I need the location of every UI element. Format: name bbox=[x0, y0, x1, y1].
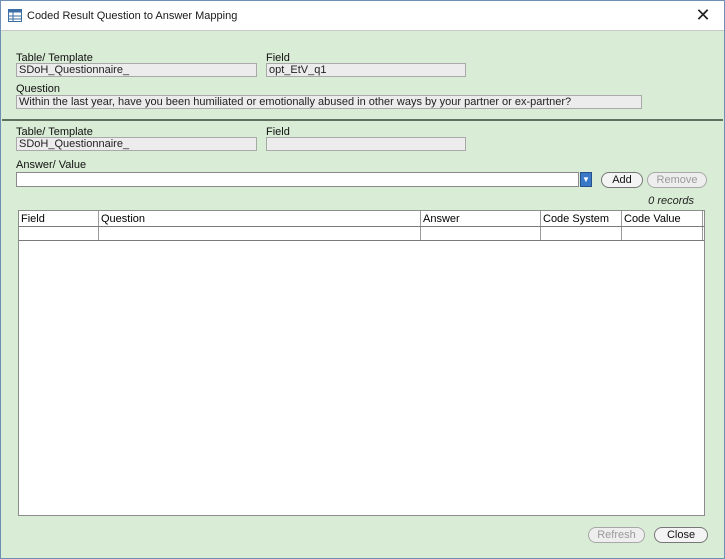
column-header-answer[interactable]: Answer bbox=[421, 211, 541, 226]
cell-field[interactable] bbox=[19, 227, 99, 240]
cell-code-value[interactable] bbox=[622, 227, 703, 240]
column-header-field[interactable]: Field bbox=[19, 211, 99, 226]
table-row[interactable] bbox=[19, 227, 704, 241]
cell-code-system[interactable] bbox=[541, 227, 622, 240]
grid-empty-area bbox=[19, 242, 704, 515]
title-bar: Coded Result Question to Answer Mapping … bbox=[1, 1, 724, 31]
chevron-down-icon[interactable]: ▼ bbox=[580, 172, 592, 187]
column-header-code-system[interactable]: Code System bbox=[541, 211, 622, 226]
table-template-field-2: SDoH_Questionnaire_ bbox=[16, 137, 257, 151]
mapping-grid[interactable]: Field Question Answer Code System Code V… bbox=[18, 210, 705, 516]
grid-header: Field Question Answer Code System Code V… bbox=[19, 211, 704, 227]
table-template-field: SDoH_Questionnaire_ bbox=[16, 63, 257, 77]
mapping-dialog: Coded Result Question to Answer Mapping … bbox=[0, 0, 725, 559]
window-title: Coded Result Question to Answer Mapping bbox=[27, 10, 238, 22]
field-value-box: opt_EtV_q1 bbox=[266, 63, 466, 77]
question-label: Question bbox=[16, 83, 61, 95]
close-icon[interactable]: ✕ bbox=[692, 5, 714, 27]
answer-value-combo[interactable] bbox=[16, 172, 579, 187]
close-button[interactable]: Close bbox=[654, 527, 708, 543]
table-icon bbox=[8, 9, 22, 22]
column-header-question[interactable]: Question bbox=[99, 211, 421, 226]
record-count: 0 records bbox=[648, 195, 694, 207]
refresh-button[interactable]: Refresh bbox=[588, 527, 645, 543]
field-value-box-2[interactable] bbox=[266, 137, 466, 151]
column-header-code-value[interactable]: Code Value bbox=[622, 211, 703, 226]
answer-value-label: Answer/ Value bbox=[16, 159, 87, 171]
cell-answer[interactable] bbox=[421, 227, 541, 240]
remove-button[interactable]: Remove bbox=[647, 172, 707, 188]
add-button[interactable]: Add bbox=[601, 172, 643, 188]
question-field: Within the last year, have you been humi… bbox=[16, 95, 642, 109]
cell-question[interactable] bbox=[99, 227, 421, 240]
section-divider bbox=[2, 119, 723, 121]
